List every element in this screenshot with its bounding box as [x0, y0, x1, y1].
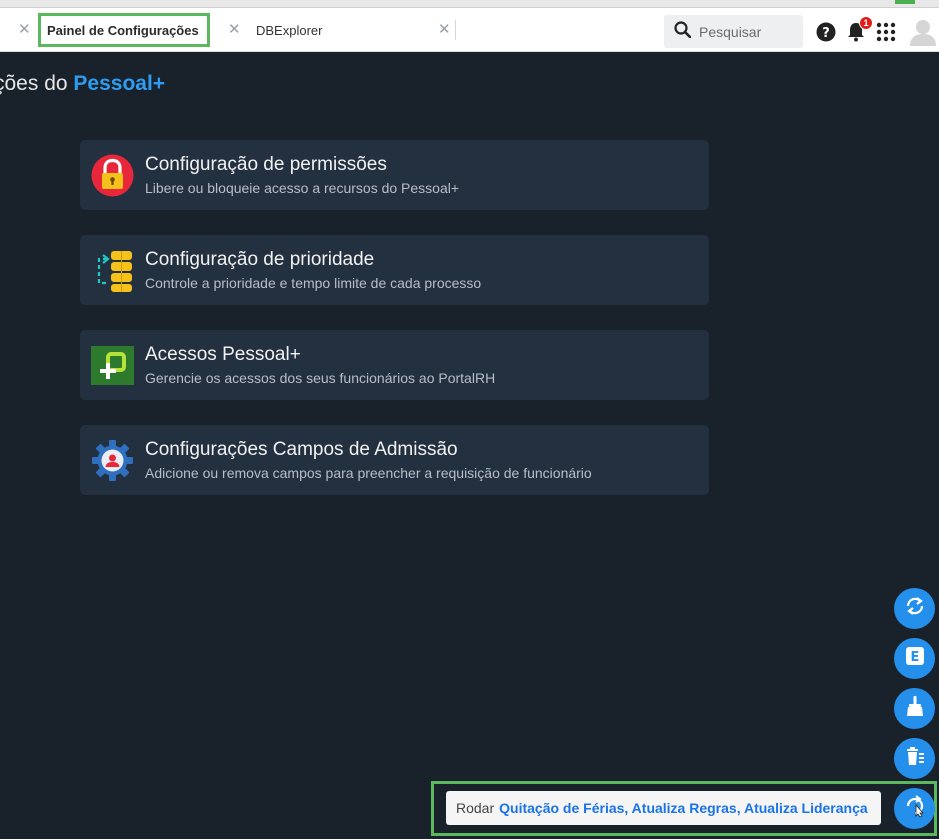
card-description: Libere ou bloqueie acesso a recursos do …: [145, 180, 460, 196]
card-description: Controle a prioridade e tempo limite de …: [145, 275, 482, 291]
lock-icon: [91, 154, 134, 197]
page-title-prefix: ções do: [0, 72, 68, 95]
clear-list-icon: [904, 745, 926, 772]
e-letter-icon: E: [905, 646, 925, 671]
card-title: Configuração de permissões: [145, 154, 387, 175]
svg-text:E: E: [910, 650, 919, 665]
card-access-pessoal[interactable]: Acessos Pessoal+ Gerencie os acessos dos…: [80, 330, 709, 400]
priority-stack-icon: [91, 249, 134, 292]
card-description: Adicione ou remova campos para preencher…: [145, 465, 592, 481]
tab-divider: [455, 20, 456, 40]
tab-dbexplorer[interactable]: DBExplorer: [248, 13, 448, 47]
apps-grid-icon[interactable]: [875, 21, 897, 43]
card-title: Configurações Campos de Admissão: [145, 439, 458, 460]
search-icon: [674, 20, 692, 43]
search-input[interactable]: [699, 23, 799, 40]
broom-icon: [904, 695, 926, 722]
notification-count-badge: 1: [859, 16, 873, 30]
help-icon[interactable]: ?: [815, 21, 837, 43]
close-tab-icon[interactable]: ✕: [18, 20, 31, 38]
sync-button[interactable]: [894, 588, 935, 629]
sync-icon: [904, 595, 926, 622]
search-box[interactable]: [664, 15, 803, 48]
card-permissions[interactable]: Configuração de permissões Libere ou blo…: [80, 140, 709, 210]
page-title: ções do Pessoal+: [0, 72, 165, 96]
tab-label: DBExplorer: [256, 22, 323, 38]
tab-label: Painel de Configurações: [47, 22, 199, 38]
close-tab-icon[interactable]: ✕: [438, 20, 451, 38]
page-title-brand: Pessoal+: [73, 72, 166, 95]
run-tooltip: Rodar Quitação de Férias, Atualiza Regra…: [446, 791, 881, 825]
tab-painel-configuracoes[interactable]: Painel de Configurações: [38, 13, 210, 47]
tooltip-prefix: Rodar: [456, 800, 495, 816]
card-priority[interactable]: Configuração de prioridade Controle a pr…: [80, 235, 709, 305]
svg-text:?: ?: [822, 26, 830, 41]
card-admission-fields[interactable]: Configurações Campos de Admissão Adicion…: [80, 425, 709, 495]
notifications-bell-icon[interactable]: 1: [845, 16, 873, 43]
user-avatar-icon[interactable]: [910, 18, 936, 46]
card-title: Configuração de prioridade: [145, 249, 375, 270]
close-tab-icon[interactable]: ✕: [228, 20, 241, 38]
card-description: Gerencie os acessos dos seus funcionário…: [145, 370, 496, 386]
tab-bar: ✕ Painel de Configurações ✕ DBExplorer ✕…: [0, 8, 939, 52]
window-top-strip: [0, 0, 939, 8]
explorer-button[interactable]: E: [894, 638, 935, 679]
clear-cache-button[interactable]: [894, 738, 935, 779]
tooltip-items: Quitação de Férias, Atualiza Regras, Atu…: [499, 800, 868, 816]
admission-gear-icon: [91, 439, 134, 482]
run-routines-button[interactable]: [894, 788, 935, 829]
access-plus-icon: [91, 344, 134, 387]
refresh-run-icon: [903, 794, 927, 823]
card-title: Acessos Pessoal+: [145, 344, 301, 365]
status-mark: [895, 0, 915, 4]
clean-button[interactable]: [894, 688, 935, 729]
